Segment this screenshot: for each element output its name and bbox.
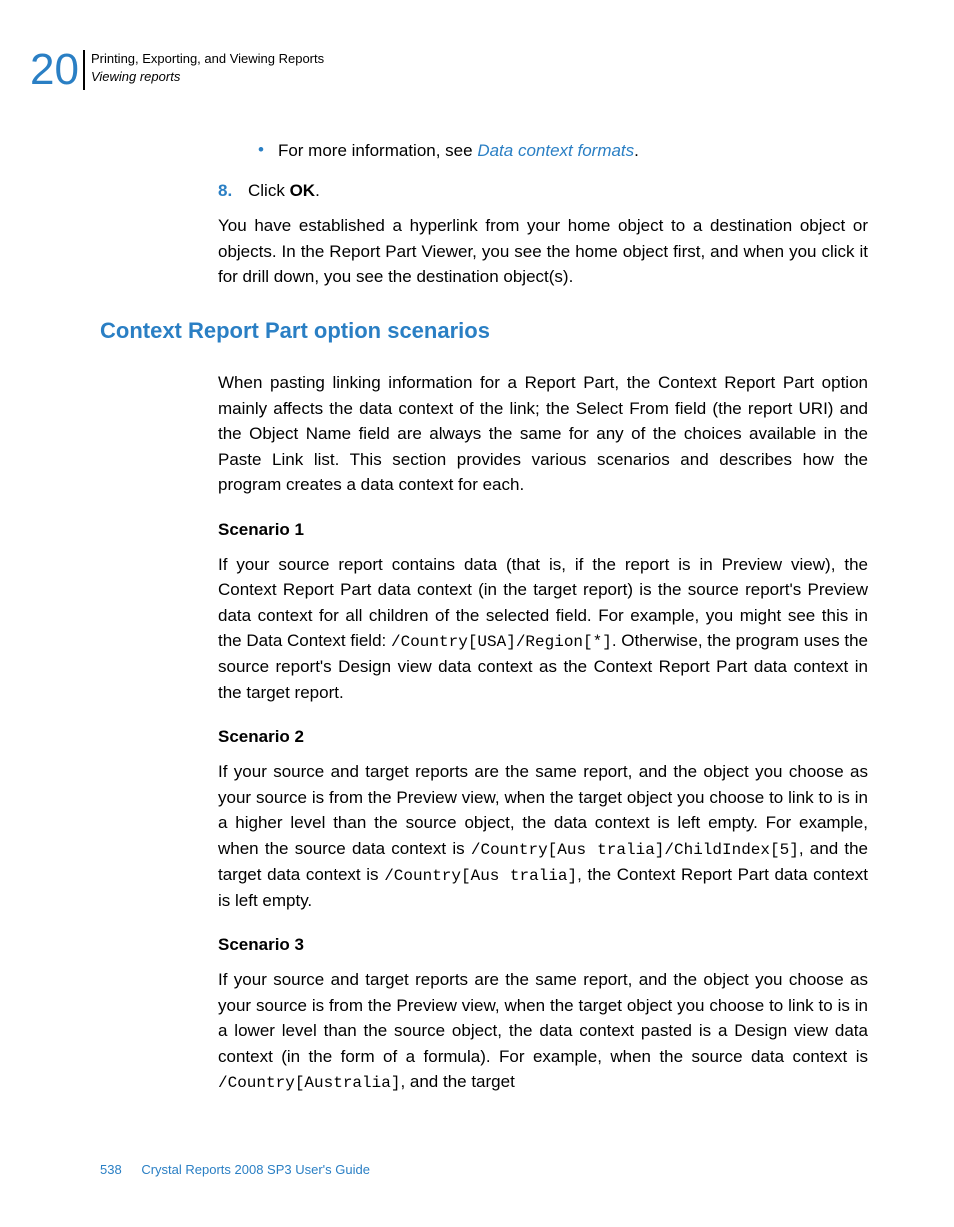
step-text-bold: OK [290,181,316,200]
bullet-prefix: For more information, see [278,141,477,160]
heading-scenario-2: Scenario 2 [218,727,868,747]
bullet-icon: • [258,138,264,164]
header-divider [83,50,85,90]
paragraph-hyperlink-established: You have established a hyperlink from yo… [218,213,868,290]
step-body: Click OK. [248,178,320,204]
step-number: 8. [218,178,238,204]
footer-page-number: 538 [100,1162,122,1177]
s1-code-a: /Country[USA]/Region[*] [391,633,612,651]
chapter-number: 20 [30,48,79,92]
paragraph-scenario-1: If your source report contains data (tha… [218,552,868,706]
link-data-context-formats[interactable]: Data context formats [477,141,634,160]
heading-context-report-part: Context Report Part option scenarios [100,318,490,344]
paragraph-scenario-2: If your source and target reports are th… [218,759,868,913]
s3-code-a: /Country[Australia] [218,1074,400,1092]
s3-text-b: , and the target [400,1072,514,1091]
s3-text-a: If your source and target reports are th… [218,970,868,1066]
paragraph-intro: When pasting linking information for a R… [218,370,868,498]
step-text-after: . [315,181,320,200]
page-footer: 538 Crystal Reports 2008 SP3 User's Guid… [100,1162,370,1177]
s2-code-a: /Country[Aus tralia]/ChildIndex[5] [471,841,799,859]
paragraph-scenario-3: If your source and target reports are th… [218,967,868,1095]
section-subtitle: Viewing reports [91,68,324,86]
content-top: • For more information, see Data context… [218,138,868,306]
page-header: 20 Printing, Exporting, and Viewing Repo… [30,48,324,92]
footer-doc-title: Crystal Reports 2008 SP3 User's Guide [141,1162,370,1177]
section-intro: When pasting linking information for a R… [218,370,868,1111]
bullet-suffix: . [634,141,639,160]
step-8: 8. Click OK. [218,178,868,204]
chapter-title: Printing, Exporting, and Viewing Reports [91,50,324,68]
header-titles: Printing, Exporting, and Viewing Reports… [91,48,324,86]
bullet-text: For more information, see Data context f… [278,138,639,164]
step-text-before: Click [248,181,290,200]
heading-scenario-3: Scenario 3 [218,935,868,955]
heading-scenario-1: Scenario 1 [218,520,868,540]
info-bullet: • For more information, see Data context… [258,138,868,164]
s2-code-b: /Country[Aus tralia] [384,867,577,885]
